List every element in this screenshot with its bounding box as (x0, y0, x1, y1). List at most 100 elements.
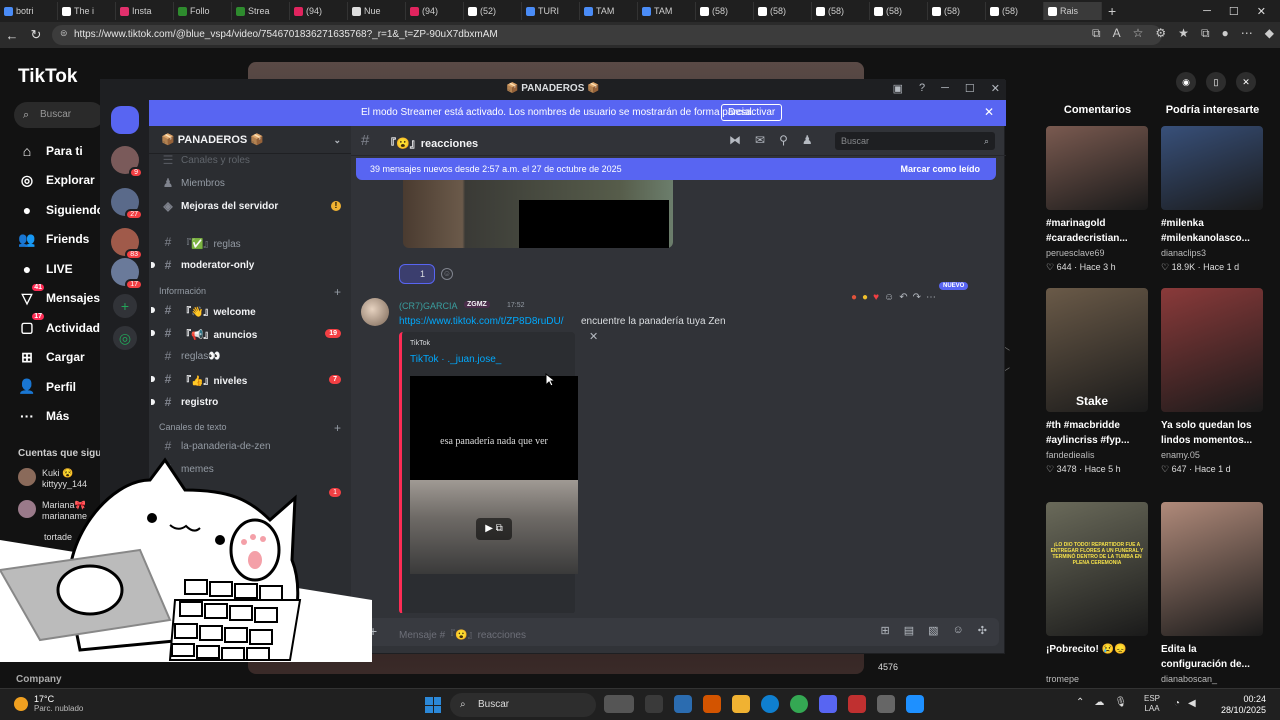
threads-icon[interactable]: ⧓ (729, 133, 741, 147)
browser-tab[interactable]: The i (58, 2, 116, 20)
quick-reaction-icon[interactable]: ● (851, 292, 857, 303)
file-explorer-icon[interactable] (732, 695, 750, 713)
nav-item[interactable]: ● LIVE (16, 254, 104, 284)
close-panel-icon[interactable]: ✕ (1236, 72, 1256, 92)
message-link[interactable]: https://www.tiktok.com/t/ZP8D8ruDU/ (399, 316, 564, 327)
discord-icon[interactable] (819, 695, 837, 713)
favorites-icon[interactable]: ★ (1178, 26, 1189, 41)
start-button[interactable] (425, 697, 441, 713)
browser-tab[interactable]: (58) (754, 2, 812, 20)
edge-icon[interactable] (761, 695, 779, 713)
url-field[interactable]: https://www.tiktok.com/@blue_vsp4/video/… (52, 25, 1162, 45)
browser-tab[interactable]: (94) (406, 2, 464, 20)
maximize-icon[interactable]: ☐ (965, 82, 975, 95)
recommended-card[interactable]: #milenka #milenkanolasco... dianaclips3 ♡ … (1161, 126, 1263, 273)
new-tab-button[interactable]: + (1108, 3, 1116, 19)
add-channel-icon[interactable]: + (334, 285, 341, 299)
discover-icon[interactable]: ◎ (113, 326, 137, 350)
channel-item[interactable]: # 『📢』anuncios 19 (151, 323, 345, 343)
nav-item[interactable]: 👥 Friends (16, 225, 104, 255)
nav-item[interactable]: ··· Más (16, 402, 104, 432)
reaction-chip[interactable]: 1 (399, 264, 435, 284)
browser-tab[interactable]: (58) (696, 2, 754, 20)
browser-tab[interactable]: Follo (174, 2, 232, 20)
reload-icon[interactable]: ↻ (24, 27, 48, 43)
phone-icon[interactable]: ▯ (1206, 72, 1226, 92)
weather-widget[interactable]: 17°C Parc. nublado (14, 694, 83, 714)
video-thumbnail[interactable] (1161, 288, 1263, 412)
play-icon[interactable]: ▶ ⧉ (476, 518, 512, 540)
nav-item[interactable]: ● Siguiendo (16, 195, 104, 225)
video-thumbnail[interactable] (1161, 126, 1263, 210)
browser-tab[interactable]: TURI (522, 2, 580, 20)
onedrive-icon[interactable]: ☁ (1094, 697, 1104, 708)
video-thumbnail[interactable]: Stake (1046, 288, 1148, 412)
tray-arrow-icon[interactable]: ⌃ (1076, 697, 1084, 708)
recommended-card[interactable]: Edita la configuración de... dianaboscan_ (1161, 502, 1263, 684)
add-server-icon[interactable]: + (113, 294, 137, 318)
embed-video[interactable]: esa panadería nada que ver ▶ ⧉ (410, 376, 578, 574)
tiktok-logo[interactable]: TikTok (18, 66, 77, 88)
back-icon[interactable]: ← (0, 28, 24, 43)
notifications-icon[interactable]: ✉ (755, 133, 765, 147)
browser-tab[interactable]: Strea (232, 2, 290, 20)
more-menu-icon[interactable]: ⋯ (1241, 26, 1253, 41)
add-channel-icon[interactable]: + (334, 421, 341, 435)
server-icon[interactable]: 27 (111, 188, 143, 220)
message-composer[interactable]: + Mensaje #『😮』reacciones ⊞ ▤ ▧ ☺ ✣ (359, 618, 999, 646)
category-header[interactable]: Información + (159, 285, 345, 299)
sidebar-item[interactable]: ☰ Canales y roles (159, 150, 345, 170)
server-icon[interactable]: 9 (111, 146, 143, 178)
gif-icon[interactable]: ▤ (904, 624, 914, 637)
inbox-icon[interactable]: ▣ (893, 82, 903, 95)
new-messages-bar[interactable]: 39 mensajes nuevos desde 2:57 a.m. el 27… (356, 158, 996, 180)
nav-item[interactable]: ⌂ Para ti (16, 136, 104, 166)
more-icon[interactable]: ⋯ (926, 292, 936, 303)
help-icon[interactable]: ? (919, 82, 925, 95)
close-icon[interactable]: ✕ (984, 105, 994, 119)
site-info-icon[interactable]: ⊜ (60, 28, 68, 39)
recommended-card[interactable]: Ya solo quedan los lindos momentos... ena… (1161, 288, 1263, 475)
browser-tab[interactable]: (94) (290, 2, 348, 20)
heart-icon[interactable]: ♥ (873, 292, 879, 303)
chrome-icon[interactable] (790, 695, 808, 713)
extensions-icon[interactable]: ⚙ (1155, 26, 1166, 41)
direct-messages-icon[interactable] (111, 106, 139, 134)
collections-icon[interactable]: ⧉ (1201, 26, 1210, 41)
pin-icon[interactable]: ⚲ (779, 133, 788, 147)
browser-tab[interactable]: (58) (928, 2, 986, 20)
browser-tab[interactable]: TAM (580, 2, 638, 20)
sidebar-item[interactable]: ◈ Mejoras del servidor! (159, 196, 345, 216)
app-icon[interactable] (906, 695, 924, 713)
disable-streamer-button[interactable]: Desactivar (721, 104, 783, 121)
reply-icon[interactable]: ↶ (899, 292, 907, 303)
nav-item[interactable]: 👤 Perfil (16, 372, 104, 402)
browser-tab[interactable]: (58) (986, 2, 1044, 20)
company-link[interactable]: Company (16, 674, 62, 685)
channel-item[interactable]: # 『👋』welcome (151, 300, 345, 320)
close-icon[interactable]: ✕ (991, 82, 1000, 95)
sticker-icon[interactable]: ▧ (928, 624, 938, 637)
store-icon[interactable] (674, 695, 692, 713)
remove-embed-icon[interactable]: ✕ (589, 330, 598, 343)
obs-icon[interactable] (848, 695, 866, 713)
embed-author[interactable]: TikTok · ._juan.jose_ (410, 354, 501, 365)
nav-item[interactable]: ▽ 41 Mensajes (16, 283, 104, 314)
widgets-icon[interactable] (604, 695, 634, 713)
message-author[interactable]: (CR7)GARCIA (399, 301, 458, 311)
nav-item[interactable]: ◎ Explorar (16, 166, 104, 196)
browser-tab[interactable]: TAM (638, 2, 696, 20)
previous-embed-image[interactable] (403, 180, 673, 248)
browser-tab[interactable]: (52) (464, 2, 522, 20)
browser-tab[interactable]: (58) (812, 2, 870, 20)
browser-tab[interactable]: botri (0, 2, 58, 20)
category-header[interactable]: Canales de texto + (159, 421, 345, 435)
channel-item[interactable]: # moderator-only (151, 255, 345, 275)
add-reaction-icon[interactable]: ☺ (441, 268, 453, 280)
language-indicator[interactable]: ESP LAA (1144, 694, 1160, 714)
emoji-icon[interactable]: ☺ (953, 624, 964, 637)
nav-item[interactable]: ⊞ Cargar (16, 343, 104, 373)
favorite-star-icon[interactable]: ☆ (1133, 26, 1144, 41)
browser-tab[interactable]: (58) (870, 2, 928, 20)
read-aloud-icon[interactable]: A (1113, 26, 1121, 41)
